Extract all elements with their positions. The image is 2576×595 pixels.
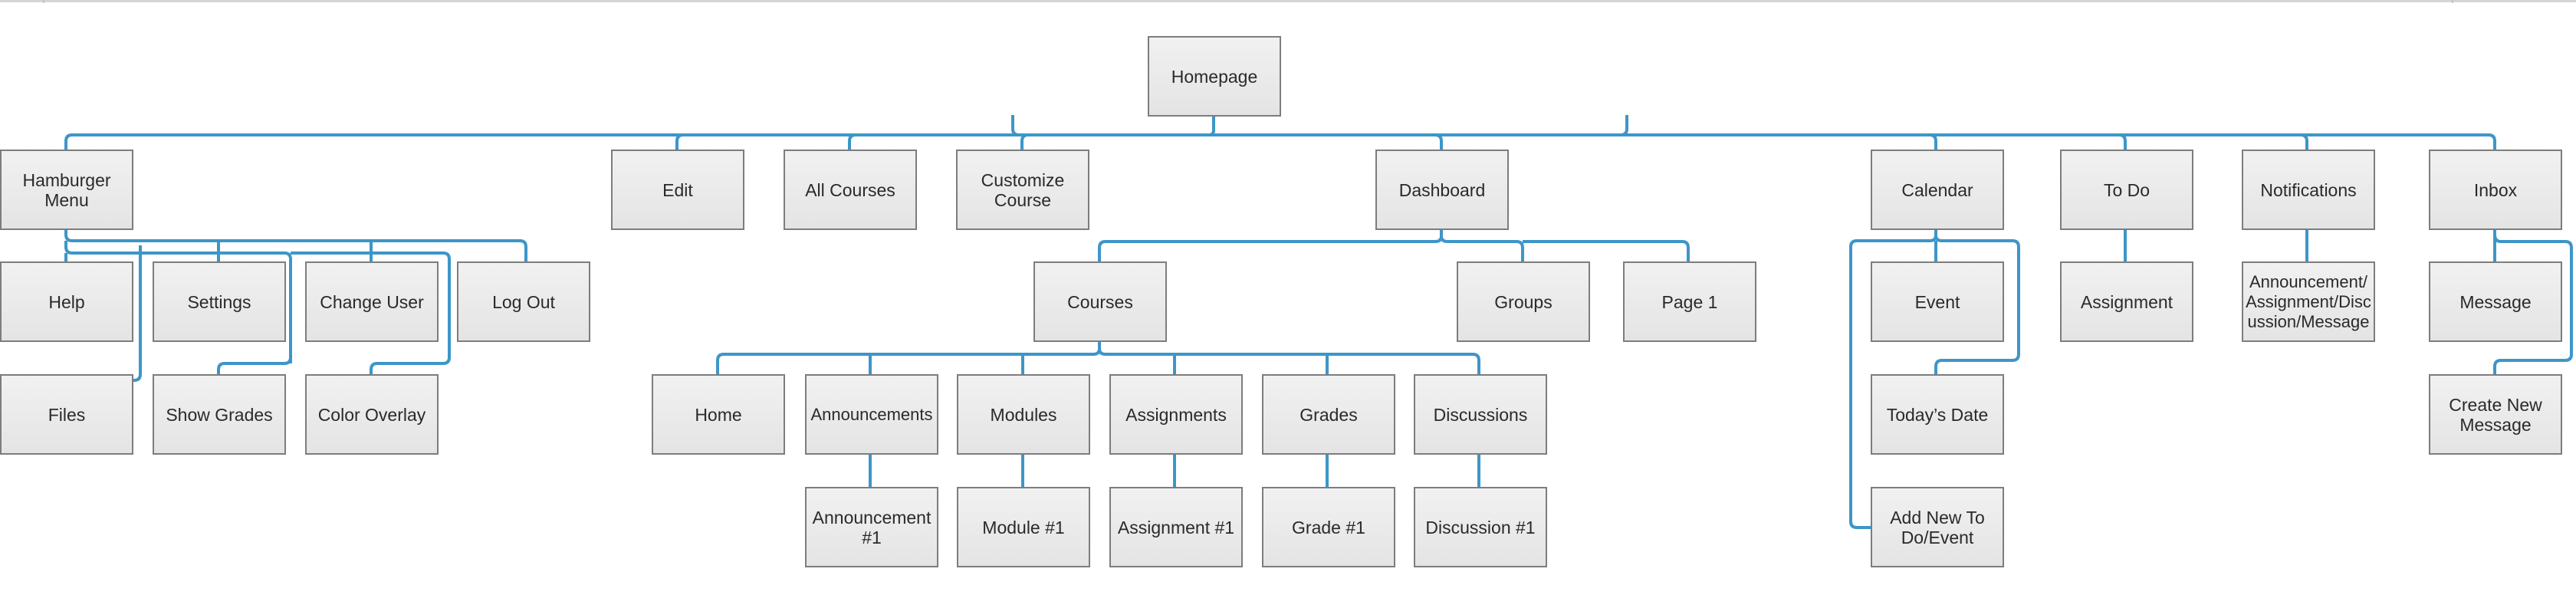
node-homepage[interactable]: Homepage bbox=[1148, 36, 1281, 117]
node-label: Hamburger Menu bbox=[22, 169, 111, 210]
connector-to-groups bbox=[1440, 235, 1524, 261]
connector-courses-bus bbox=[716, 340, 1101, 374]
connector-to-todo bbox=[2118, 133, 2127, 150]
connector-to-notifications bbox=[2300, 133, 2308, 150]
node-add-new-todo-event[interactable]: Add New To Do/Event bbox=[1871, 487, 2004, 567]
node-customize-course[interactable]: Customize Course bbox=[956, 150, 1089, 230]
node-label: Change User bbox=[320, 291, 424, 312]
node-grades[interactable]: Grades bbox=[1262, 374, 1395, 455]
node-show-grades[interactable]: Show Grades bbox=[153, 374, 286, 455]
node-todo-assignment[interactable]: Assignment bbox=[2060, 261, 2193, 342]
node-dashboard[interactable]: Dashboard bbox=[1375, 150, 1509, 230]
node-label: Homepage bbox=[1171, 66, 1258, 87]
node-notification-item[interactable]: Announcement/Assignment/Discussion/Messa… bbox=[2242, 261, 2375, 342]
node-label: Message bbox=[2459, 291, 2532, 312]
connector-to-customize-course bbox=[1020, 133, 1029, 150]
node-assignment-1[interactable]: Assignment #1 bbox=[1109, 487, 1243, 567]
node-label: Create New Message bbox=[2449, 394, 2542, 435]
node-grade-1[interactable]: Grade #1 bbox=[1262, 487, 1395, 567]
node-edit[interactable]: Edit bbox=[611, 150, 744, 230]
connector-to-calendar bbox=[1929, 133, 1937, 150]
node-label: Log Out bbox=[492, 291, 555, 312]
node-page-1[interactable]: Page 1 bbox=[1623, 261, 1756, 342]
node-label: Grade #1 bbox=[1292, 517, 1365, 537]
node-log-out[interactable]: Log Out bbox=[457, 261, 590, 342]
node-label: Grades bbox=[1300, 404, 1358, 425]
node-label: Dashboard bbox=[1398, 179, 1486, 200]
connector-dashboard-bus bbox=[1098, 228, 1443, 261]
node-announcements[interactable]: Announcements bbox=[805, 374, 938, 455]
node-label: Courses bbox=[1067, 291, 1133, 312]
node-label: Assignment bbox=[2080, 291, 2174, 312]
node-label: Discussion #1 bbox=[1425, 517, 1536, 537]
node-label: Module #1 bbox=[982, 517, 1065, 537]
node-module-1[interactable]: Module #1 bbox=[957, 487, 1090, 567]
node-label: Groups bbox=[1494, 291, 1552, 312]
connector-to-inbox bbox=[2488, 133, 2496, 150]
node-create-new-message[interactable]: Create New Message bbox=[2429, 374, 2562, 455]
node-all-courses[interactable]: All Courses bbox=[784, 150, 917, 230]
node-label: All Courses bbox=[805, 179, 895, 200]
node-to-do[interactable]: To Do bbox=[2060, 150, 2193, 230]
connector-courses-bus-right bbox=[1098, 348, 1480, 374]
node-label: Announcement #1 bbox=[812, 507, 932, 547]
node-label: Notifications bbox=[2260, 179, 2357, 200]
connector-to-page-1 bbox=[1523, 240, 1690, 261]
node-label: Assignments bbox=[1125, 404, 1227, 425]
connector-to-dashboard bbox=[1434, 133, 1443, 150]
node-groups[interactable]: Groups bbox=[1457, 261, 1590, 342]
connector-hamburger-upper-bus bbox=[64, 228, 527, 261]
node-courses[interactable]: Courses bbox=[1033, 261, 1167, 342]
node-color-overlay[interactable]: Color Overlay bbox=[305, 374, 439, 455]
node-message[interactable]: Message bbox=[2429, 261, 2562, 342]
node-change-user[interactable]: Change User bbox=[305, 261, 439, 342]
node-help[interactable]: Help bbox=[0, 261, 133, 342]
node-label: Color Overlay bbox=[317, 404, 426, 425]
node-event[interactable]: Event bbox=[1871, 261, 2004, 342]
node-label: Announcement/Assignment/Discussion/Messa… bbox=[2246, 271, 2371, 331]
node-label: Event bbox=[1914, 291, 1960, 312]
node-announcement-1[interactable]: Announcement #1 bbox=[805, 487, 938, 567]
node-label: Settings bbox=[187, 291, 251, 312]
node-label: Assignment #1 bbox=[1117, 517, 1235, 537]
node-inbox[interactable]: Inbox bbox=[2429, 150, 2562, 230]
node-todays-date[interactable]: Today’s Date bbox=[1871, 374, 2004, 455]
node-assignments[interactable]: Assignments bbox=[1109, 374, 1243, 455]
node-label: To Do bbox=[2103, 179, 2150, 200]
node-modules[interactable]: Modules bbox=[957, 374, 1090, 455]
node-label: Home bbox=[695, 404, 742, 425]
connector-stub-left bbox=[1011, 115, 1020, 136]
node-home[interactable]: Home bbox=[652, 374, 785, 455]
node-calendar[interactable]: Calendar bbox=[1871, 150, 2004, 230]
node-label: Announcements bbox=[810, 404, 933, 424]
node-discussion-1[interactable]: Discussion #1 bbox=[1414, 487, 1547, 567]
node-label: Help bbox=[48, 291, 85, 312]
node-settings[interactable]: Settings bbox=[153, 261, 286, 342]
connector-to-edit bbox=[675, 133, 684, 150]
node-label: Add New To Do/Event bbox=[1890, 507, 1985, 547]
node-notifications[interactable]: Notifications bbox=[2242, 150, 2375, 230]
node-label: Inbox bbox=[2473, 179, 2518, 200]
connector-to-hamburger bbox=[64, 133, 73, 150]
node-files[interactable]: Files bbox=[0, 374, 133, 455]
node-label: Files bbox=[48, 404, 86, 425]
connector-to-all-courses bbox=[848, 133, 856, 150]
node-hamburger-menu[interactable]: Hamburger Menu bbox=[0, 150, 133, 230]
node-label: Page 1 bbox=[1661, 291, 1718, 312]
node-label: Edit bbox=[662, 179, 693, 200]
node-label: Calendar bbox=[1901, 179, 1973, 200]
connector-homepage-stem bbox=[1208, 115, 1215, 136]
node-label: Show Grades bbox=[166, 404, 273, 425]
node-label: Today’s Date bbox=[1886, 404, 1989, 425]
node-discussions[interactable]: Discussions bbox=[1414, 374, 1547, 455]
node-label: Customize Course bbox=[981, 169, 1065, 210]
connector-stub-right bbox=[1620, 115, 1628, 136]
node-label: Modules bbox=[990, 404, 1057, 425]
node-label: Discussions bbox=[1433, 404, 1528, 425]
